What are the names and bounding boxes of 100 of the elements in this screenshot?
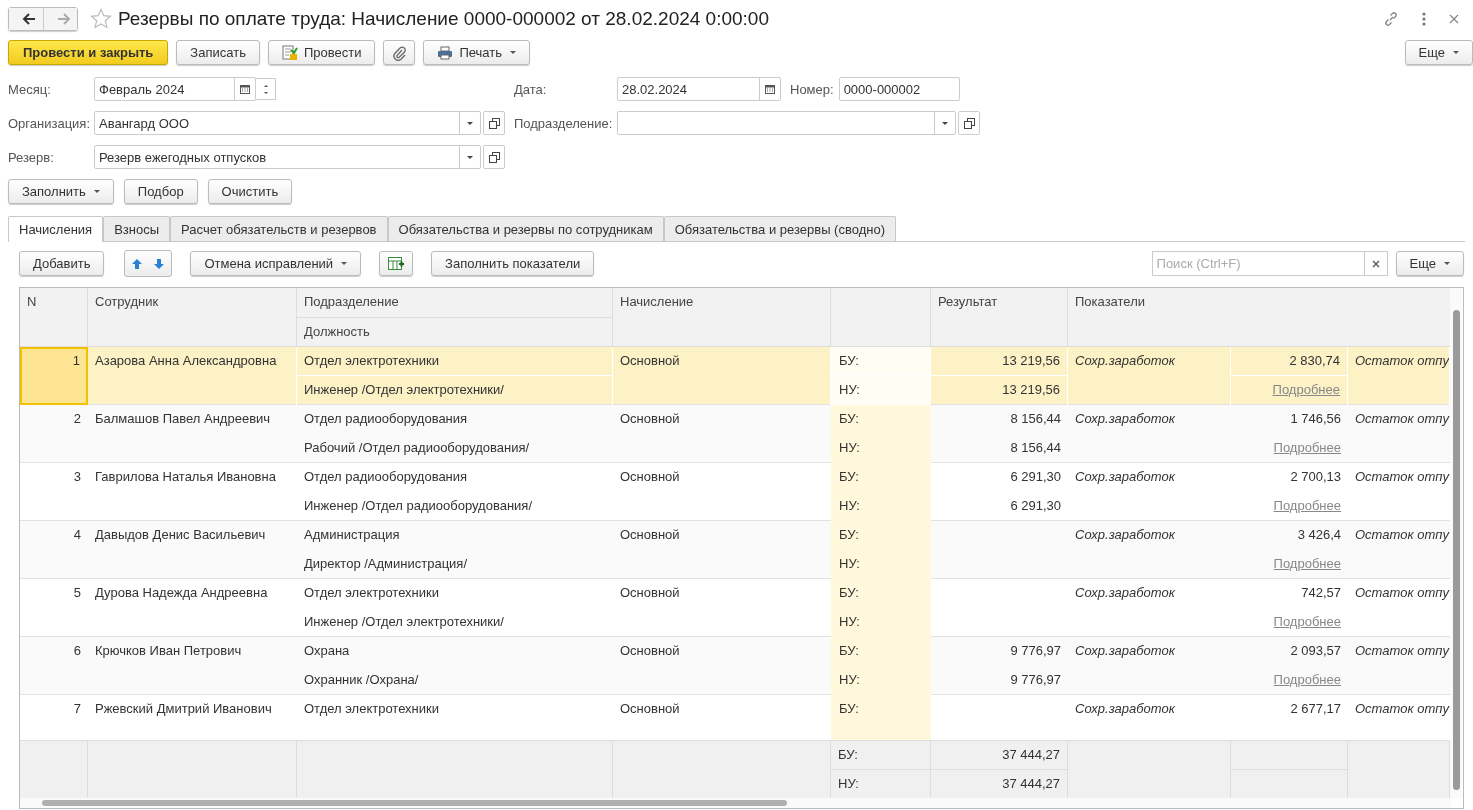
organization-field[interactable]: Авангард ООО — [94, 111, 481, 135]
table-cell: 9 776,97 — [1010, 672, 1061, 687]
open-icon[interactable] — [963, 117, 975, 129]
department-field[interactable] — [617, 111, 956, 135]
column-header[interactable]: N — [20, 288, 88, 346]
table-cell: БУ: — [839, 469, 859, 484]
attach-button[interactable] — [383, 40, 416, 65]
footer-cell: 37 444,27 — [1002, 747, 1060, 762]
fill-button[interactable]: Очистить — [207, 179, 293, 204]
table-cell: 1 746,56 — [1290, 411, 1341, 426]
table-cell: Сохр.заработок — [1075, 353, 1175, 368]
open-icon[interactable] — [488, 151, 500, 163]
back-button[interactable] — [9, 8, 43, 30]
table-row[interactable]: 2 Балмашов Павел Андреевич Отдел радиооборудования Основной БУ: 8 156,44 Сохр.заработок 1 746,56 Остаток отпу Рабочий /Отдел радиооборудования/ НУ: 8 156,44 Подробнее — [20, 405, 1450, 463]
table-row[interactable]: 1 Азарова Анна Александровна Отдел электротехники Основной БУ: 13 219,56 Сохр.заработок 2 830,74 Остаток отпу Инженер /Отдел электротехники/ НУ: 13 219,56 Подробнее — [20, 347, 1450, 405]
tab[interactable]: Начисления — [8, 216, 104, 242]
tab[interactable]: Обязательства и резервы (сводно) — [663, 216, 896, 241]
fill-button[interactable]: Заполнить — [8, 179, 114, 204]
column-header[interactable]: Подразделение — [297, 288, 613, 317]
table-cell: Остаток отпу — [1355, 585, 1449, 600]
column-header[interactable]: Начисление — [613, 288, 831, 346]
table-cell: БУ: — [839, 701, 859, 716]
table-cell: Остаток отпу — [1355, 411, 1449, 426]
more-button[interactable]: Еще — [1395, 251, 1464, 276]
column-header[interactable]: Должность — [297, 317, 613, 346]
footer-cell: 37 444,27 — [1002, 776, 1060, 791]
dropdown-icon[interactable] — [467, 155, 473, 159]
number-field[interactable]: 0000-000002 — [838, 77, 960, 101]
table-cell: Сохр.заработок — [1075, 527, 1175, 542]
table-cell: БУ: — [839, 643, 859, 658]
search-field[interactable]: Поиск (Ctrl+F) — [1151, 251, 1365, 276]
add-row-button[interactable] — [379, 251, 414, 276]
table-cell: Сохр.заработок — [1075, 701, 1175, 716]
table-cell: Основной — [620, 643, 680, 658]
down-arrow-icon[interactable] — [153, 257, 166, 270]
table-row[interactable]: 6 Крючков Иван Петрович Охрана Основной БУ: 9 776,97 Сохр.заработок 2 093,57 Остаток отпу Охранник /Охрана/ НУ: 9 776,97 Подробнее — [20, 637, 1450, 695]
table-cell: НУ: — [839, 498, 860, 513]
table-cell: Основной — [620, 585, 680, 600]
row-number: 3 — [73, 469, 81, 484]
table-row[interactable]: 5 Дурова Надежда Андреевна Отдел электротехники Основной БУ: Сохр.заработок 742,57 Остаток отпу Инженер /Отдел электротехники/ НУ: Подробнее — [20, 579, 1450, 637]
table-cell: 8 156,44 — [1010, 440, 1061, 455]
table-row[interactable]: 4 Давыдов Денис Васильевич Администрация Основной БУ: Сохр.заработок 3 426,4 Остаток отпу Директор /Администрация/ НУ: Подробнее — [20, 521, 1450, 579]
table-cell: 8 156,44 — [1010, 411, 1061, 426]
calendar-icon[interactable] — [240, 84, 250, 94]
tab[interactable]: Обязательства и резервы по сотрудникам — [387, 216, 664, 241]
horizontal-scrollbar[interactable] — [20, 798, 1451, 808]
vertical-scrollbar[interactable] — [1450, 288, 1462, 798]
up-arrow-icon[interactable] — [131, 257, 144, 270]
forward-arrow-icon — [56, 13, 71, 25]
close-icon[interactable] — [1449, 14, 1459, 24]
table-row[interactable]: 3 Гаврилова Наталья Ивановна Отдел радиооборудования Основной БУ: 6 291,30 Сохр.заработок 2 700,13 Остаток отпу Инженер /Отдел радиооборудования/ НУ: 6 291,30 Подробнее — [20, 463, 1450, 521]
link-icon[interactable] — [1383, 11, 1399, 27]
paperclip-icon — [392, 44, 407, 61]
add-button[interactable]: Добавить — [19, 251, 105, 276]
table-cell: БУ: — [839, 527, 859, 542]
table-cell: Остаток отпу — [1355, 701, 1449, 716]
post-and-close-button[interactable]: Провести и закрыть — [8, 40, 169, 65]
table-cell: Гаврилова Наталья Ивановна — [95, 469, 276, 484]
details-link[interactable]: Подробнее — [1273, 556, 1341, 571]
fill-indicators-button[interactable]: Заполнить показатели — [431, 251, 595, 276]
table-cell: Отдел электротехники — [304, 701, 439, 716]
table-cell: Рабочий /Отдел радиооборудования/ — [304, 440, 530, 455]
save-button[interactable]: Записать — [176, 40, 260, 65]
fill-button[interactable]: Подбор — [123, 179, 198, 204]
column-header[interactable]: Показатели — [1068, 288, 1450, 346]
clear-button[interactable] — [1364, 251, 1388, 276]
details-link[interactable]: Подробнее — [1273, 440, 1341, 455]
details-link[interactable]: Подробнее — [1273, 498, 1341, 513]
month-field[interactable]: Февраль 2024 — [94, 77, 256, 101]
date-field[interactable]: 28.02.2024 — [617, 77, 781, 101]
reserve-field[interactable]: Резерв ежегодных отпусков — [94, 145, 481, 169]
tab[interactable]: Расчет обязательств и резервов — [170, 216, 388, 241]
table-cell: БУ: — [839, 353, 859, 368]
table-cell: 2 093,57 — [1290, 643, 1341, 658]
table-cell: Основной — [620, 527, 680, 542]
move-buttons[interactable] — [124, 250, 173, 277]
table-cell: 13 219,56 — [1002, 353, 1060, 368]
open-icon[interactable] — [488, 117, 500, 129]
more-icon[interactable] — [1421, 12, 1427, 26]
star-icon[interactable] — [90, 8, 112, 30]
spin-button[interactable] — [256, 78, 276, 100]
table-cell: Отдел электротехники — [304, 585, 439, 600]
post-button[interactable]: Провести — [267, 40, 376, 65]
column-header[interactable]: Сотрудник — [88, 288, 297, 346]
calendar-icon[interactable] — [765, 84, 775, 94]
tab[interactable]: Взносы — [103, 216, 171, 241]
details-link[interactable]: Подробнее — [1273, 614, 1341, 629]
dropdown-icon[interactable] — [467, 121, 473, 125]
field-label: Дата: — [514, 81, 548, 97]
row-number: 6 — [73, 643, 81, 658]
more-button[interactable]: Еще — [1404, 40, 1473, 65]
details-link[interactable]: Подробнее — [1273, 672, 1341, 687]
row-number: 7 — [73, 701, 81, 716]
corrections-button[interactable]: Отмена исправлений — [190, 251, 362, 276]
table-cell: Инженер /Отдел электротехники/ — [304, 382, 504, 397]
table-cell: Остаток отпу — [1355, 527, 1449, 542]
dropdown-icon[interactable] — [942, 121, 948, 125]
print-button[interactable]: Печать — [423, 40, 530, 65]
table-cell: Охрана — [304, 643, 350, 658]
column-header[interactable]: Результат — [931, 288, 1068, 346]
